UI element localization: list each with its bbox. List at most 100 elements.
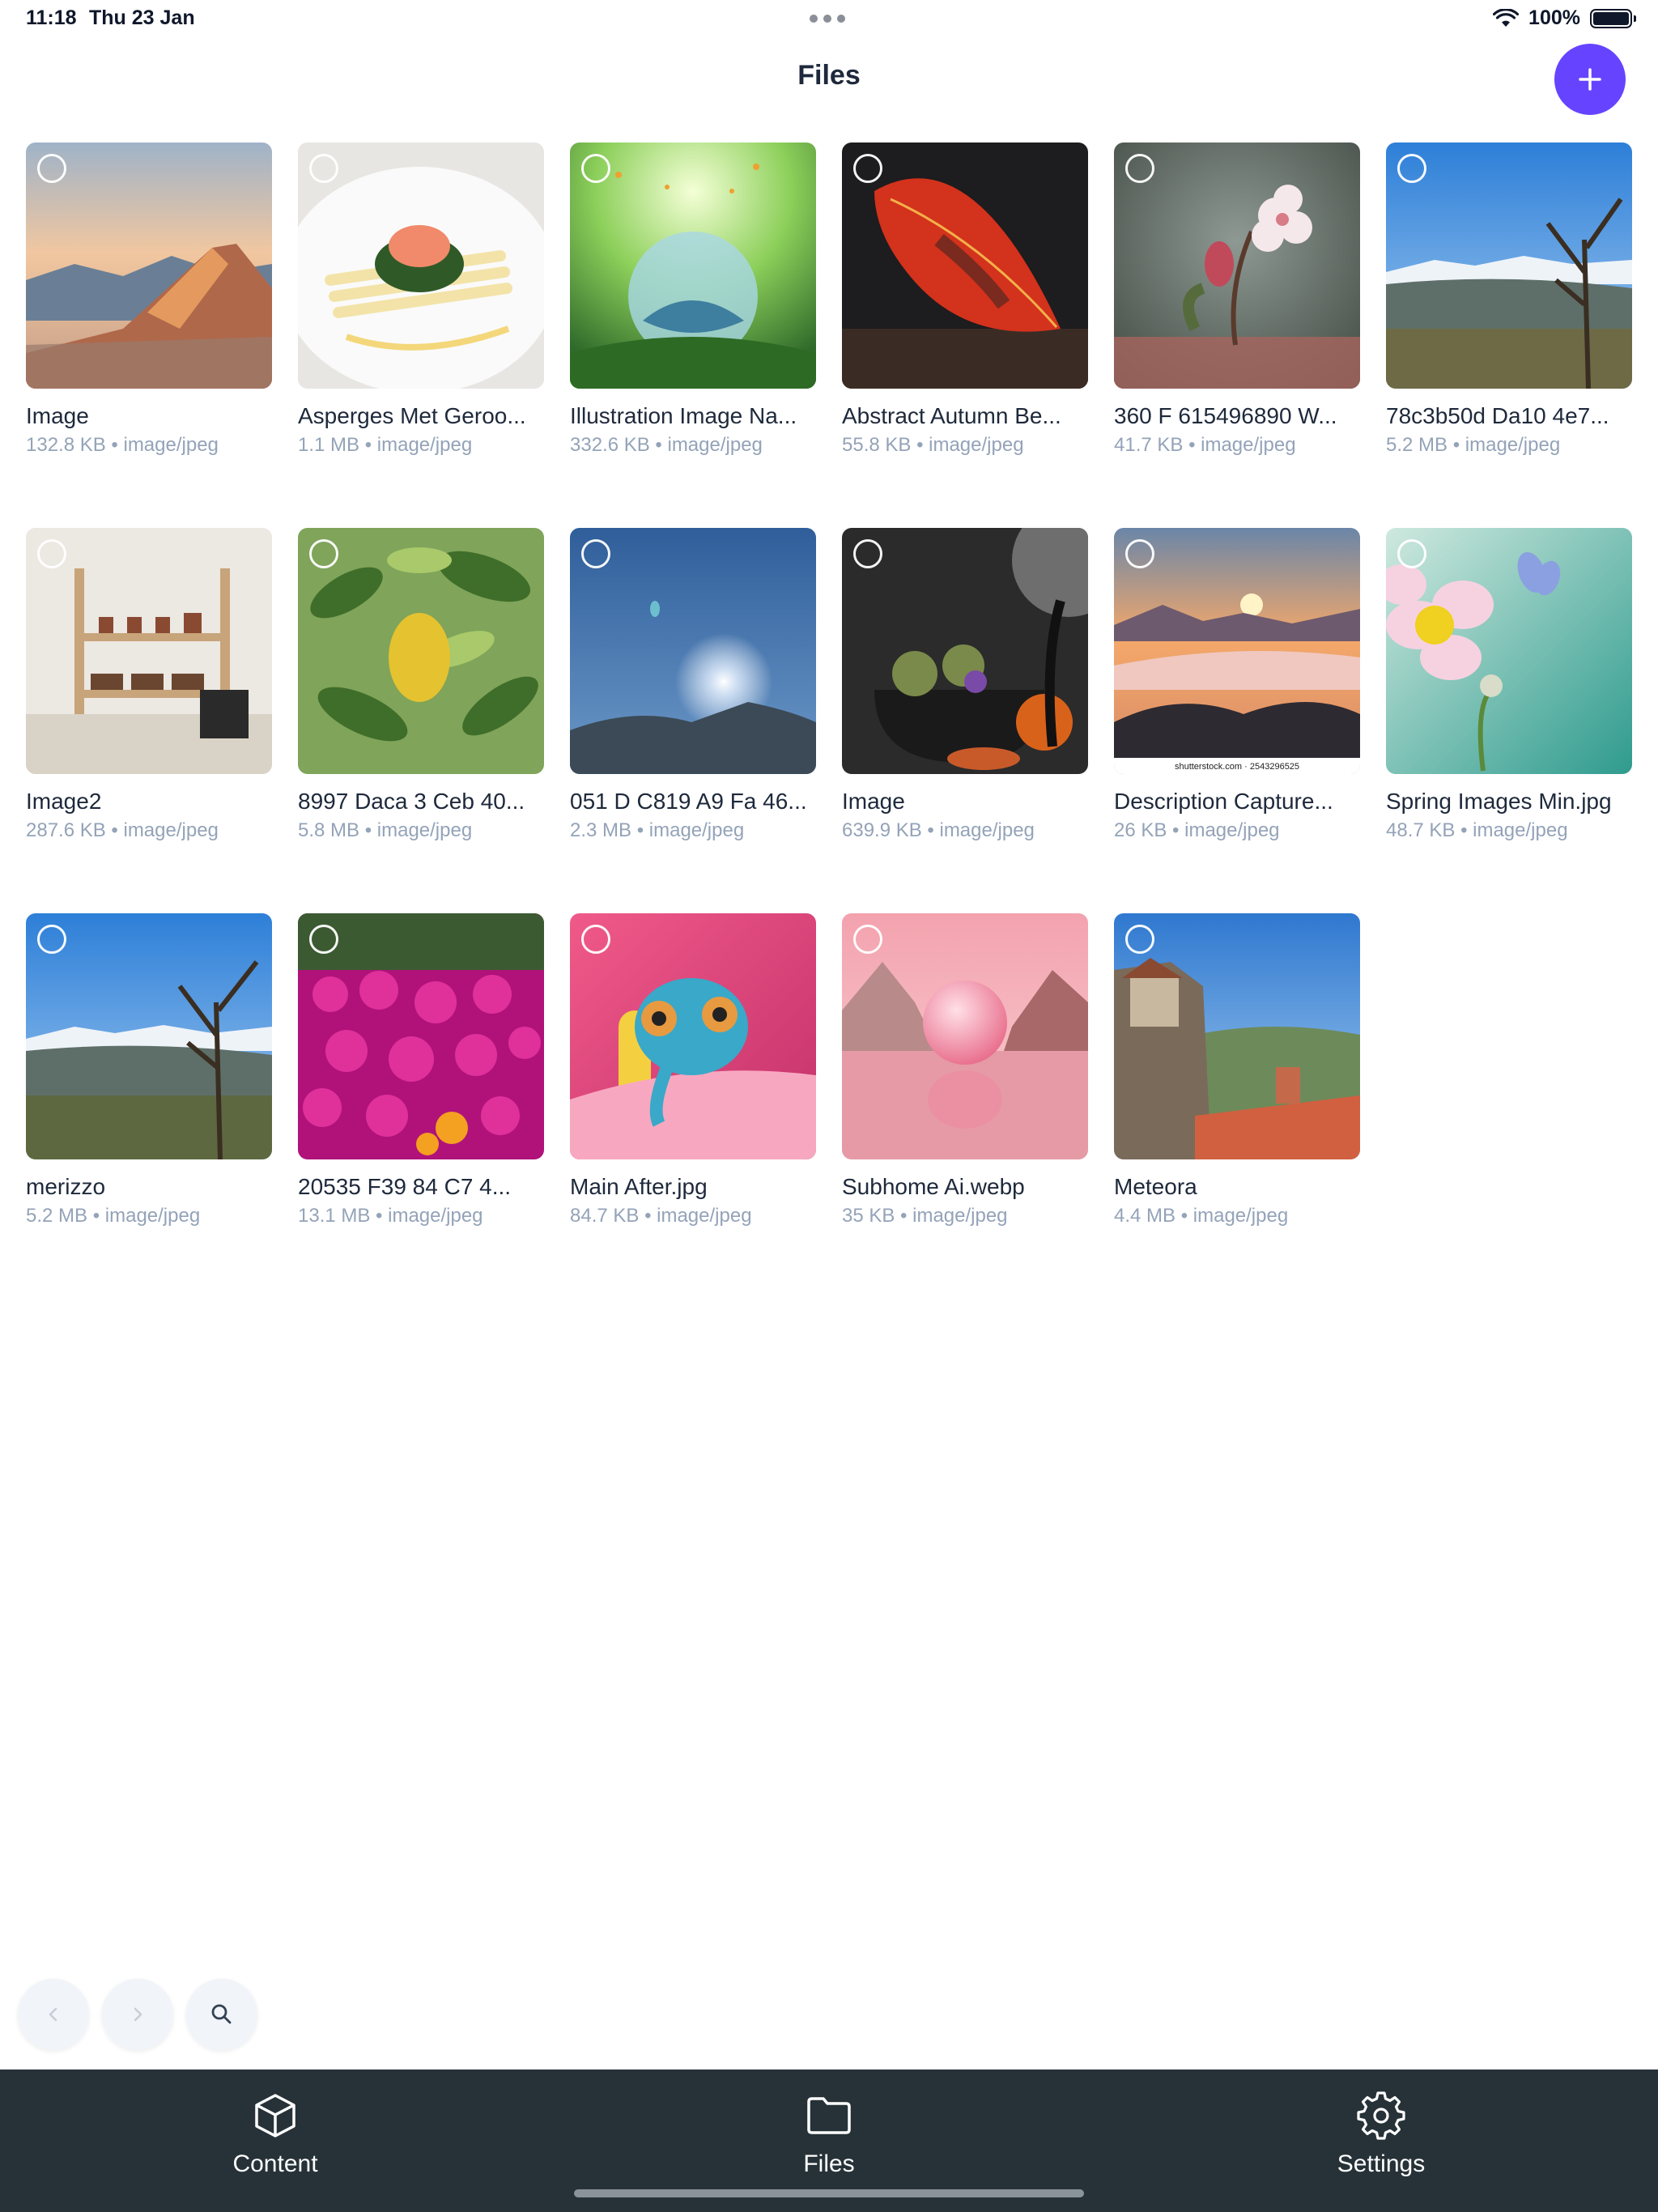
select-checkbox[interactable]: [37, 539, 66, 568]
select-checkbox[interactable]: [1397, 154, 1426, 183]
file-meta: 5.8 MB • image/jpeg: [298, 819, 473, 841]
bottom-navigation: Content Files Settings: [0, 2069, 1658, 2212]
file-card[interactable]: 20535 F39 84 C7 4... 13.1 MB • image/jpe…: [298, 913, 544, 1227]
status-time: 11:18: [26, 6, 77, 29]
file-thumbnail[interactable]: [26, 528, 272, 774]
file-meta: 2.3 MB • image/jpeg: [570, 819, 745, 841]
select-checkbox[interactable]: [309, 154, 338, 183]
file-meta: 639.9 KB • image/jpeg: [842, 819, 1035, 841]
file-thumbnail[interactable]: [26, 913, 272, 1159]
thumbnail-image: [1386, 143, 1632, 389]
file-name: Asperges Met Geroo...: [298, 403, 526, 428]
file-card[interactable]: Abstract Autumn Be... 55.8 KB • image/jp…: [842, 143, 1088, 457]
file-card[interactable]: shutterstock.com · 2543296525 Descriptio…: [1114, 528, 1360, 842]
file-card[interactable]: 8997 Daca 3 Ceb 40... 5.8 MB • image/jpe…: [298, 528, 544, 842]
thumbnail-image: [298, 913, 544, 1159]
file-meta: 35 KB • image/jpeg: [842, 1205, 1008, 1227]
file-name: Image: [26, 403, 89, 428]
file-card[interactable]: Main After.jpg 84.7 KB • image/jpeg: [570, 913, 816, 1227]
pagination-controls: [18, 1979, 257, 2050]
file-thumbnail[interactable]: shutterstock.com · 2543296525: [1114, 528, 1360, 774]
nav-item-content[interactable]: Content: [186, 2091, 364, 2178]
file-thumbnail[interactable]: [842, 913, 1088, 1159]
file-thumbnail[interactable]: [570, 528, 816, 774]
select-checkbox[interactable]: [1125, 539, 1154, 568]
file-name: merizzo: [26, 1174, 106, 1199]
file-thumbnail[interactable]: [842, 143, 1088, 389]
file-meta: 132.8 KB • image/jpeg: [26, 434, 219, 456]
file-meta: 13.1 MB • image/jpeg: [298, 1205, 483, 1227]
nav-label-files: Files: [803, 2150, 855, 2177]
file-thumbnail[interactable]: [298, 913, 544, 1159]
file-meta: 287.6 KB • image/jpeg: [26, 819, 219, 841]
select-checkbox[interactable]: [37, 154, 66, 183]
folder-icon: [807, 2097, 851, 2134]
file-meta: 84.7 KB • image/jpeg: [570, 1205, 752, 1227]
file-thumbnail[interactable]: [842, 528, 1088, 774]
select-checkbox[interactable]: [581, 154, 610, 183]
file-card[interactable]: merizzo 5.2 MB • image/jpeg: [26, 913, 272, 1227]
file-thumbnail[interactable]: [26, 143, 272, 389]
file-thumbnail[interactable]: [570, 913, 816, 1159]
file-card[interactable]: Asperges Met Geroo... 1.1 MB • image/jpe…: [298, 143, 544, 457]
select-checkbox[interactable]: [309, 925, 338, 954]
file-card[interactable]: Image2 287.6 KB • image/jpeg: [26, 528, 272, 842]
file-card[interactable]: 360 F 615496890 W... 41.7 KB • image/jpe…: [1114, 143, 1360, 457]
status-date: Thu 23 Jan: [89, 6, 195, 29]
file-thumbnail[interactable]: [1114, 913, 1360, 1159]
file-name: Illustration Image Na...: [570, 403, 797, 428]
nav-item-files[interactable]: Files: [740, 2091, 918, 2178]
select-checkbox[interactable]: [853, 154, 882, 183]
file-thumbnail[interactable]: [298, 528, 544, 774]
file-card[interactable]: Meteora 4.4 MB • image/jpeg: [1114, 913, 1360, 1227]
nav-label-content: Content: [232, 2150, 318, 2177]
previous-page-button[interactable]: [18, 1979, 89, 2050]
file-thumbnail[interactable]: [1114, 143, 1360, 389]
select-checkbox[interactable]: [37, 925, 66, 954]
select-checkbox[interactable]: [1397, 539, 1426, 568]
file-card[interactable]: 78c3b50d Da10 4e7... 5.2 MB • image/jpeg: [1386, 143, 1632, 457]
plus-icon: [1579, 68, 1601, 91]
home-indicator[interactable]: [574, 2189, 1084, 2197]
file-name: Meteora: [1114, 1174, 1197, 1199]
file-meta: 55.8 KB • image/jpeg: [842, 434, 1024, 456]
add-file-button[interactable]: [1554, 44, 1626, 115]
file-card[interactable]: Spring Images Min.jpg 48.7 KB • image/jp…: [1386, 528, 1632, 842]
select-checkbox[interactable]: [309, 539, 338, 568]
file-card[interactable]: Image 639.9 KB • image/jpeg: [842, 528, 1088, 842]
battery-percentage: 100%: [1528, 6, 1580, 29]
file-card[interactable]: 051 D C819 A9 Fa 46... 2.3 MB • image/jp…: [570, 528, 816, 842]
multitasking-dots-icon[interactable]: [810, 15, 848, 24]
select-checkbox[interactable]: [853, 925, 882, 954]
thumbnail-image: [298, 143, 544, 389]
file-thumbnail[interactable]: [1386, 528, 1632, 774]
thumbnail-image: [26, 528, 272, 774]
thumbnail-image: shutterstock.com · 2543296525: [1114, 528, 1360, 774]
file-card[interactable]: Image 132.8 KB • image/jpeg: [26, 143, 272, 457]
file-card[interactable]: Illustration Image Na... 332.6 KB • imag…: [570, 143, 816, 457]
thumbnail-image: [1386, 528, 1632, 774]
file-thumbnail[interactable]: [570, 143, 816, 389]
file-meta: 48.7 KB • image/jpeg: [1386, 819, 1568, 841]
thumbnail-image: [570, 143, 816, 389]
select-checkbox[interactable]: [1125, 925, 1154, 954]
status-indicators: 100%: [1493, 6, 1636, 30]
file-name: Spring Images Min.jpg: [1386, 789, 1612, 814]
file-name: Image2: [26, 789, 102, 814]
file-thumbnail[interactable]: [1386, 143, 1632, 389]
nav-item-settings[interactable]: Settings: [1292, 2091, 1470, 2178]
file-name: Abstract Autumn Be...: [842, 403, 1061, 428]
file-meta: 26 KB • image/jpeg: [1114, 819, 1280, 841]
wifi-icon: [1493, 8, 1520, 27]
file-card[interactable]: Subhome Ai.webp 35 KB • image/jpeg: [842, 913, 1088, 1227]
cube-icon: [255, 2094, 295, 2138]
select-checkbox[interactable]: [1125, 154, 1154, 183]
next-page-button[interactable]: [102, 1979, 173, 2050]
thumbnail-image: [1114, 143, 1360, 389]
select-checkbox[interactable]: [581, 925, 610, 954]
search-button[interactable]: [186, 1979, 257, 2050]
file-thumbnail[interactable]: [298, 143, 544, 389]
select-checkbox[interactable]: [581, 539, 610, 568]
file-name: 20535 F39 84 C7 4...: [298, 1174, 512, 1199]
select-checkbox[interactable]: [853, 539, 882, 568]
